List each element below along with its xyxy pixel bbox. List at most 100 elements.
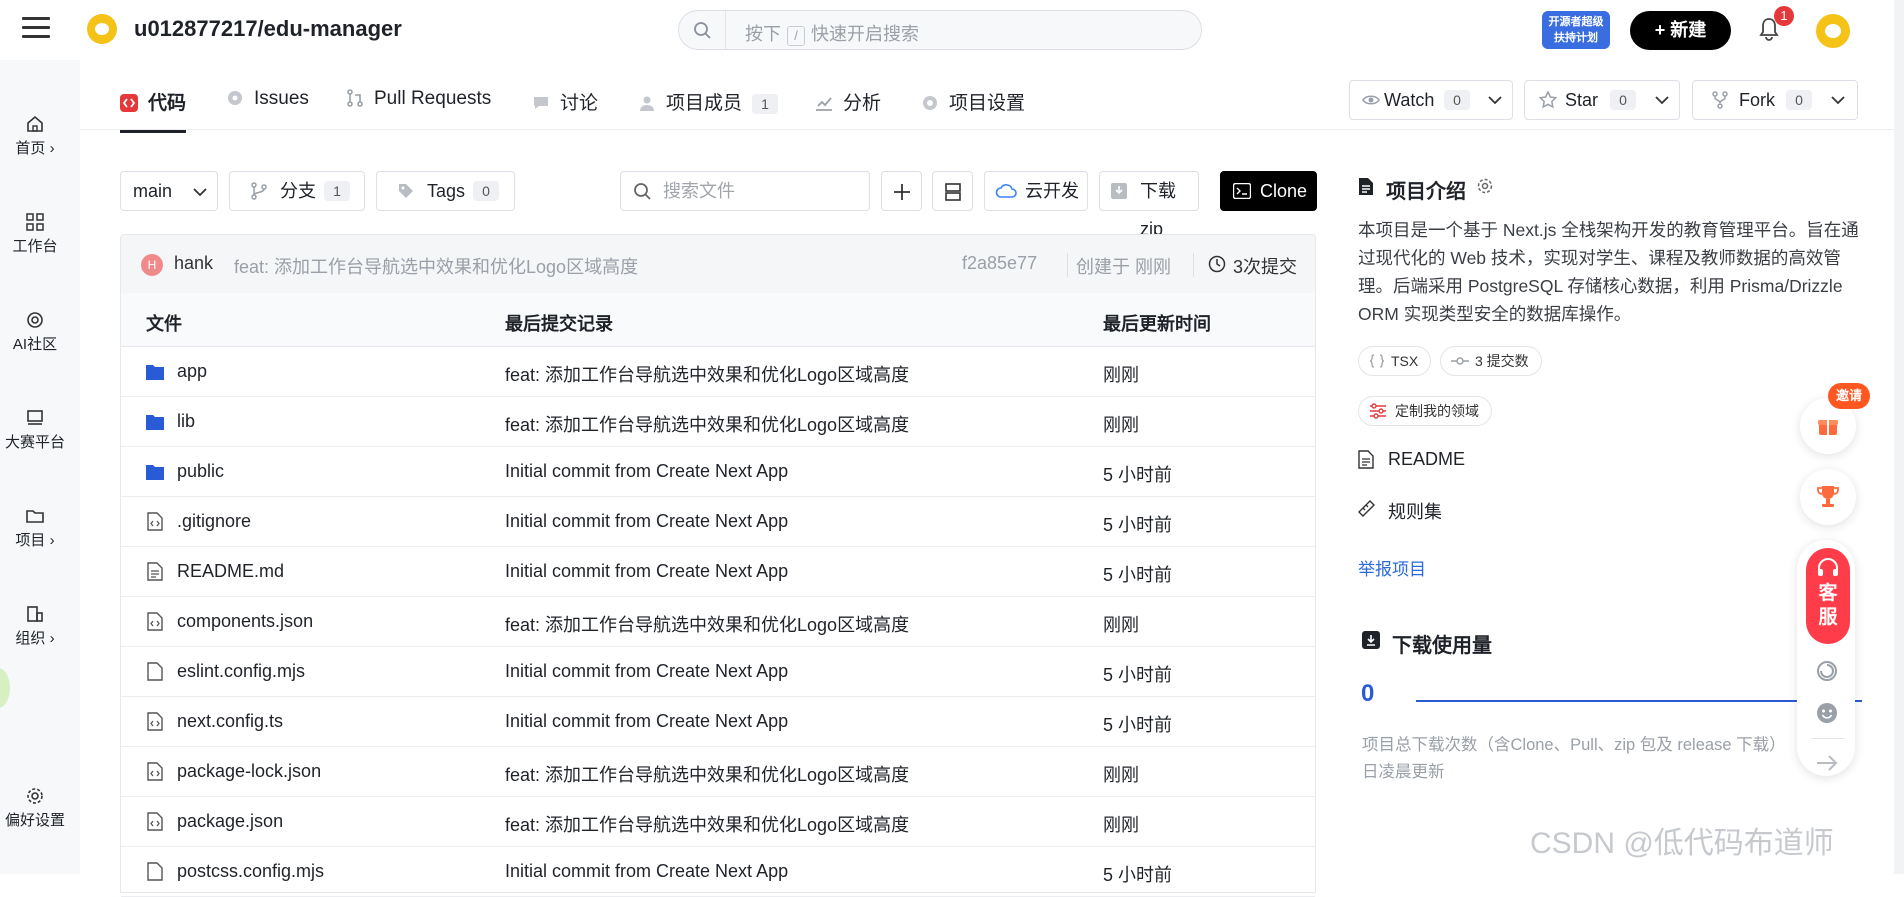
trophy-widget[interactable]	[1800, 469, 1856, 525]
file-last-commit[interactable]: feat: 添加工作台导航选中效果和优化Logo区域高度	[505, 611, 909, 637]
rules-link[interactable]: 规则集	[1388, 498, 1442, 524]
table-row[interactable]: app feat: 添加工作台导航选中效果和优化Logo区域高度 刚刚	[121, 347, 1315, 397]
braces-icon	[1369, 354, 1385, 368]
file-last-commit[interactable]: feat: 添加工作台导航选中效果和优化Logo区域高度	[505, 811, 909, 837]
file-name[interactable]: public	[177, 461, 224, 482]
file-name[interactable]: eslint.config.mjs	[177, 661, 305, 682]
commit-message[interactable]: feat: 添加工作台导航选中效果和优化Logo区域高度	[234, 253, 638, 279]
readme-link[interactable]: README	[1388, 449, 1465, 470]
table-row[interactable]: lib feat: 添加工作台导航选中效果和优化Logo区域高度 刚刚	[121, 397, 1315, 447]
arrow-right-icon[interactable]	[1815, 753, 1839, 773]
sidebar-item-contest[interactable]: 大赛平台	[0, 408, 70, 452]
tab-members[interactable]: 项目成员 1	[638, 88, 779, 115]
table-row[interactable]: public Initial commit from Create Next Ap…	[121, 447, 1315, 497]
file-name[interactable]: components.json	[177, 611, 313, 632]
file-last-commit[interactable]: Initial commit from Create Next App	[505, 461, 788, 482]
new-button[interactable]: + 新建	[1630, 11, 1731, 50]
gear-icon[interactable]	[1476, 177, 1494, 195]
members-icon	[640, 96, 654, 111]
tab-code[interactable]: 代码	[120, 88, 187, 133]
fork-button[interactable]: Fork 0	[1692, 80, 1858, 120]
table-row[interactable]: next.config.ts Initial commit from Create…	[121, 697, 1315, 747]
table-row[interactable]: postcss.config.mjs Initial commit from Cr…	[121, 847, 1315, 897]
file-last-commit[interactable]: Initial commit from Create Next App	[505, 511, 788, 532]
file-last-commit[interactable]: Initial commit from Create Next App	[505, 561, 788, 582]
tags-button[interactable]: Tags 0	[376, 171, 515, 211]
download-zip-button[interactable]: 下载zip	[1099, 171, 1199, 239]
promo-badge[interactable]: 开源者超级 扶持计划	[1542, 11, 1610, 49]
user-avatar[interactable]	[1816, 14, 1850, 48]
tab-settings[interactable]: 项目设置	[921, 88, 1025, 115]
file-last-commit[interactable]: Initial commit from Create Next App	[505, 661, 788, 682]
file-last-commit[interactable]: Initial commit from Create Next App	[505, 711, 788, 732]
tab-pull-requests[interactable]: Pull Requests	[346, 88, 491, 110]
text-file-icon	[147, 562, 163, 581]
language-chip[interactable]: TSX	[1358, 346, 1432, 376]
smile-icon[interactable]	[1815, 701, 1839, 725]
table-row[interactable]: package-lock.json feat: 添加工作台导航选中效果和优化Log…	[121, 747, 1315, 797]
branch-select[interactable]: main	[120, 171, 218, 211]
file-type-icon	[147, 812, 163, 831]
folder-icon	[146, 415, 164, 430]
file-name[interactable]: lib	[177, 411, 195, 432]
file-type-icon	[147, 512, 163, 531]
file-name[interactable]: package.json	[177, 811, 283, 832]
file-name[interactable]: README.md	[177, 561, 284, 582]
commit-hash[interactable]: f2a85e77	[962, 253, 1037, 274]
table-row[interactable]: package.json feat: 添加工作台导航选中效果和优化Logo区域高度…	[121, 797, 1315, 847]
report-link[interactable]: 举报项目	[1358, 555, 1426, 580]
customer-service-button[interactable]: 客 服	[1806, 548, 1850, 644]
file-last-commit[interactable]: Initial commit from Create Next App	[505, 861, 788, 882]
file-icon	[147, 862, 163, 881]
search-icon	[634, 183, 651, 200]
eye-icon	[1362, 95, 1380, 105]
repo-title[interactable]: u012877217/edu-manager	[134, 16, 402, 42]
table-row[interactable]: .gitignore Initial commit from Create Nex…	[121, 497, 1315, 547]
file-last-commit[interactable]: feat: 添加工作台导航选中效果和优化Logo区域高度	[505, 411, 909, 437]
watch-button[interactable]: Watch 0	[1349, 80, 1513, 120]
customize-domain-chip[interactable]: 定制我的领域	[1358, 396, 1492, 426]
commit-count[interactable]: 3次提交	[1233, 253, 1297, 279]
sidebar-item-projects[interactable]: 项目 ›	[0, 506, 70, 550]
sidebar-item-home[interactable]: 首页 ›	[0, 114, 70, 158]
file-name[interactable]: app	[177, 361, 207, 382]
tab-issues[interactable]: Issues	[226, 88, 309, 110]
star-button[interactable]: Star 0	[1524, 80, 1680, 120]
cloud-dev-button[interactable]: 云开发	[984, 171, 1088, 211]
tab-analytics[interactable]: 分析	[815, 88, 881, 115]
file-name[interactable]: next.config.ts	[177, 711, 283, 732]
table-row[interactable]: components.json feat: 添加工作台导航选中效果和优化Logo区…	[121, 597, 1315, 647]
file-last-commit[interactable]: feat: 添加工作台导航选中效果和优化Logo区域高度	[505, 761, 909, 787]
branches-button[interactable]: 分支 1	[229, 171, 365, 211]
site-logo[interactable]	[87, 14, 117, 44]
tag-icon	[399, 184, 413, 198]
page-scrollbar[interactable]	[1894, 0, 1904, 874]
add-file-button[interactable]	[881, 171, 922, 211]
search-icon	[694, 22, 711, 39]
file-last-commit[interactable]: feat: 添加工作台导航选中效果和优化Logo区域高度	[505, 361, 909, 387]
clone-button[interactable]: Clone	[1220, 171, 1317, 211]
sidebar-label: 组织 ›	[15, 630, 55, 647]
file-name[interactable]: .gitignore	[177, 511, 251, 532]
code-icon	[120, 94, 138, 112]
table-row[interactable]: eslint.config.mjs Initial commit from Cre…	[121, 647, 1315, 697]
file-search-input[interactable]: 搜索文件	[620, 171, 870, 211]
menu-icon[interactable]	[22, 17, 50, 41]
file-name[interactable]: postcss.config.mjs	[177, 861, 324, 882]
table-row[interactable]: README.md Initial commit from Create Next…	[121, 547, 1315, 597]
commit-author[interactable]: hank	[174, 253, 213, 274]
sidebar-item-preferences[interactable]: 偏好设置	[0, 786, 70, 830]
side-drawer-handle[interactable]	[0, 668, 10, 708]
global-search[interactable]: 按下 / 快速开启搜索	[678, 10, 1202, 50]
refresh-icon[interactable]	[1815, 659, 1839, 683]
compare-button[interactable]	[932, 171, 973, 211]
sidebar-item-org[interactable]: 组织 ›	[0, 604, 70, 648]
file-updated-time: 5 小时前	[1103, 465, 1173, 485]
watermark: CSDN @低代码布道师	[1530, 827, 1834, 860]
sidebar-item-workbench[interactable]: 工作台	[0, 212, 70, 256]
invite-badge[interactable]: 邀请	[1828, 383, 1870, 409]
tab-discussions[interactable]: 讨论	[532, 88, 598, 115]
commits-chip[interactable]: 3 提交数	[1440, 346, 1542, 376]
sidebar-item-ai-community[interactable]: AI社区	[0, 310, 70, 354]
file-name[interactable]: package-lock.json	[177, 761, 321, 782]
